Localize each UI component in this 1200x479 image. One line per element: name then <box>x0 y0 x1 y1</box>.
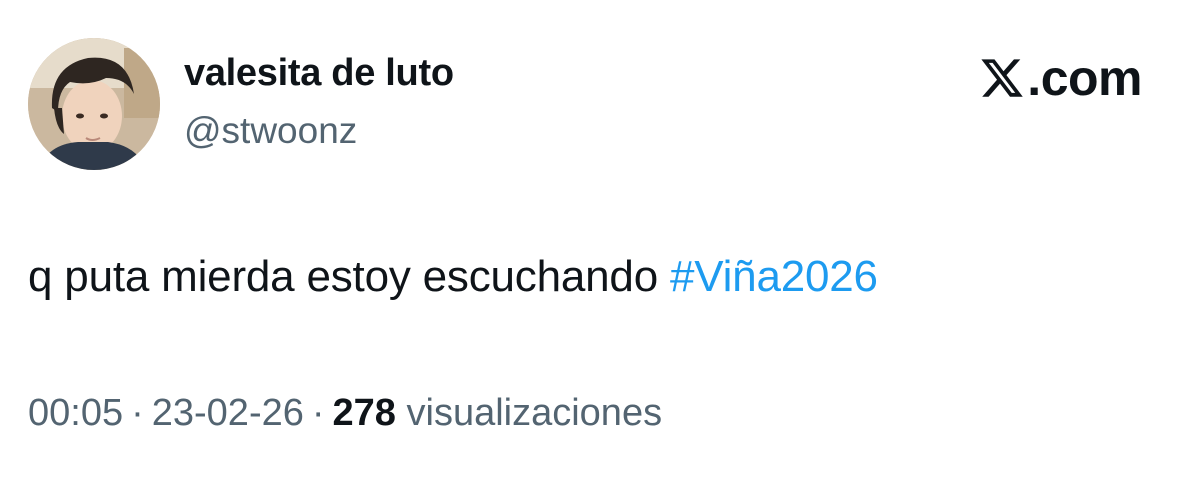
tweet-card: valesita de luto @stwoonz .com q puta mi… <box>0 0 1200 479</box>
tweet-body: q puta mierda estoy escuchando <box>28 252 670 301</box>
meta-separator: · <box>311 392 325 434</box>
display-name[interactable]: valesita de luto <box>184 52 454 95</box>
tweet-time[interactable]: 00:05 <box>28 392 123 434</box>
tweet-text: q puta mierda estoy escuchando #Viña2026 <box>28 252 878 302</box>
views-label: visualizaciones <box>406 392 663 434</box>
user-handle[interactable]: @stwoonz <box>184 110 357 152</box>
avatar[interactable] <box>28 38 160 170</box>
brand-link[interactable]: .com <box>979 52 1142 104</box>
tweet-meta: 00:05 · 23-02-26 · 278 visualizaciones <box>28 392 662 435</box>
meta-separator: · <box>131 392 144 434</box>
tweet-date[interactable]: 23-02-26 <box>152 392 304 434</box>
hashtag-link[interactable]: #Viña2026 <box>670 252 878 301</box>
x-logo-icon <box>981 59 1024 97</box>
views-count: 278 <box>332 392 396 434</box>
avatar-image <box>28 38 160 170</box>
brand-domain: .com <box>1027 50 1142 106</box>
